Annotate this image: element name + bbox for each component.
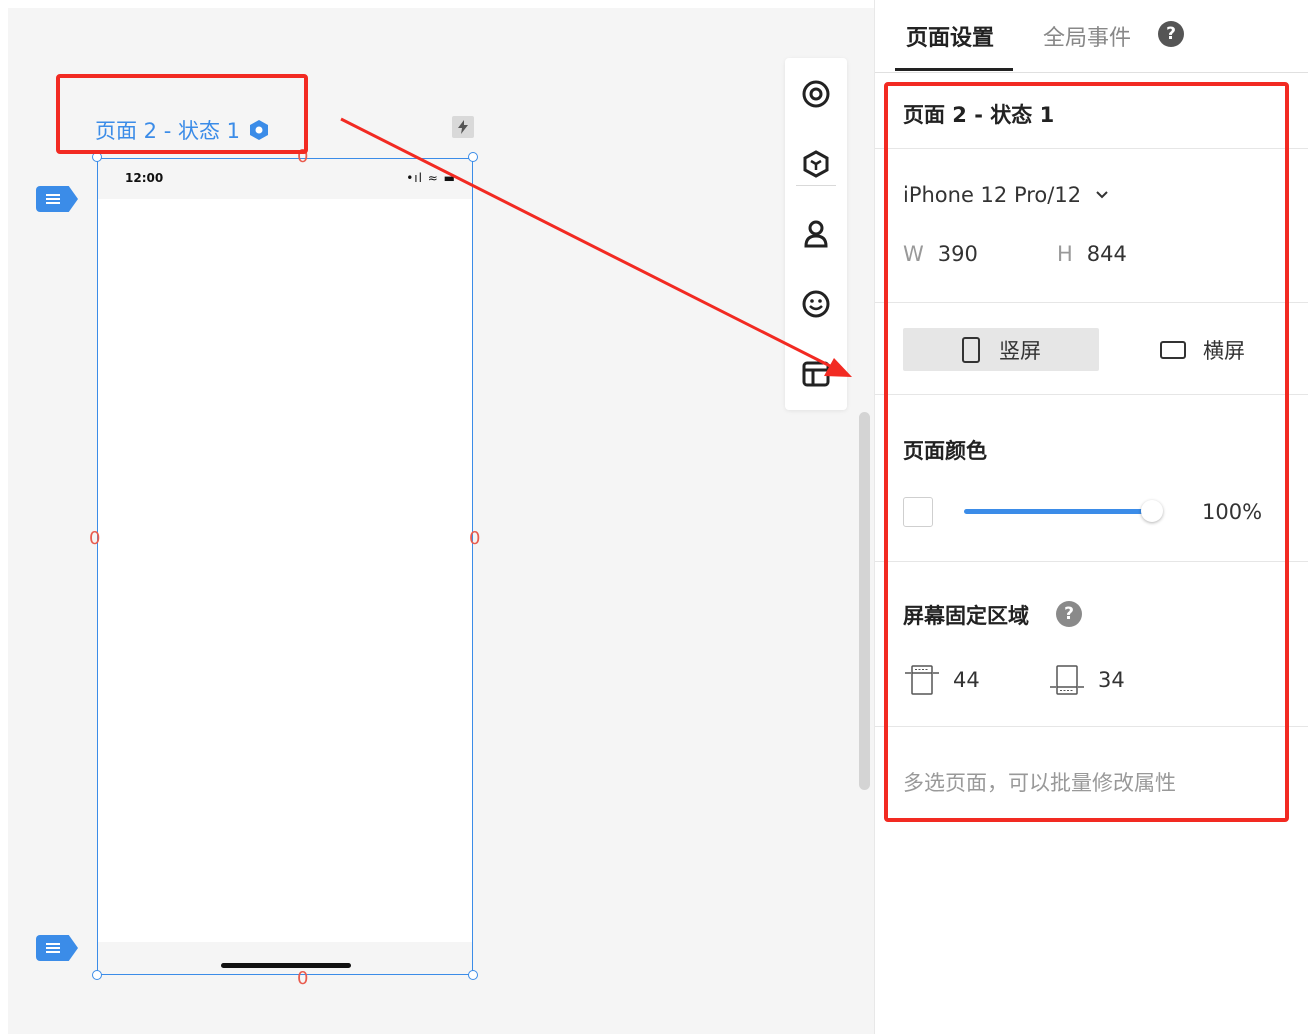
tab-global-events[interactable]: 全局事件	[1043, 20, 1131, 52]
margin-mark-left: 0	[89, 528, 101, 549]
panel-tabs: 页面设置 全局事件 ?	[875, 0, 1308, 73]
status-time: 12:00	[125, 171, 164, 185]
help-icon[interactable]: ?	[1158, 21, 1184, 47]
annotation-box-page-label	[56, 74, 308, 154]
annotation-box-panel	[884, 82, 1289, 822]
target-icon[interactable]	[800, 78, 832, 110]
toolbar-divider	[796, 185, 836, 186]
resize-handle-top-right[interactable]	[468, 152, 478, 162]
phone-frame[interactable]: 12:00 •ıl ≈ ▬	[97, 158, 473, 975]
canvas-scrollbar[interactable]	[859, 412, 870, 790]
status-bar: 12:00 •ıl ≈ ▬	[98, 159, 472, 199]
status-signal-icons: •ıl ≈ ▬	[406, 171, 456, 185]
margin-mark-bottom: 0	[297, 968, 309, 989]
resize-handle-bottom-left[interactable]	[92, 970, 102, 980]
interaction-flash-icon[interactable]	[452, 116, 474, 138]
home-indicator	[221, 963, 351, 968]
component-cube-icon[interactable]	[800, 148, 832, 180]
tab-page-settings[interactable]: 页面设置	[906, 20, 994, 52]
active-tab-indicator	[895, 68, 1013, 71]
resize-handle-bottom-right[interactable]	[468, 970, 478, 980]
margin-mark-right: 0	[469, 528, 481, 549]
layout-icon[interactable]	[800, 358, 832, 390]
home-indicator-area	[98, 942, 472, 974]
smiley-icon[interactable]	[800, 288, 832, 320]
vertical-toolbar	[785, 58, 847, 410]
user-icon[interactable]	[800, 218, 832, 250]
